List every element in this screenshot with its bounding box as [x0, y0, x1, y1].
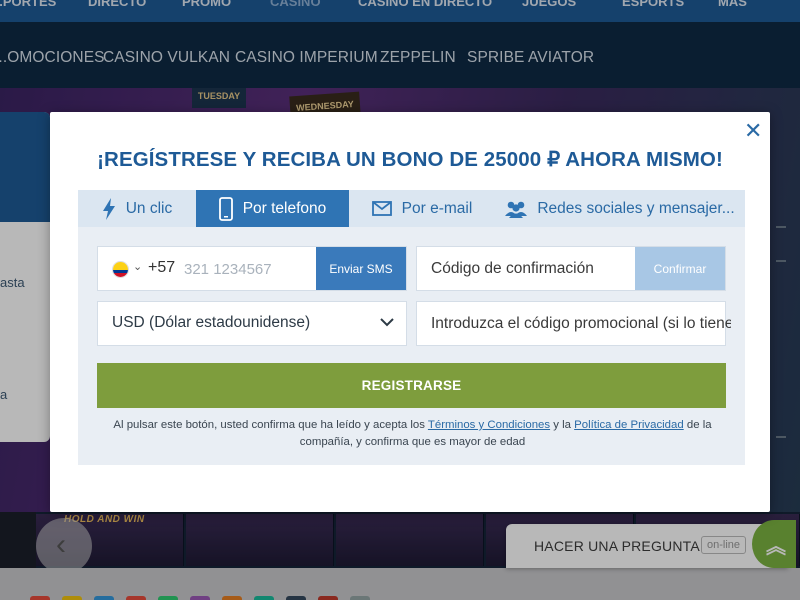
- currency-select[interactable]: USD (Dólar estadounidense): [97, 301, 407, 346]
- phone-input[interactable]: [184, 258, 306, 280]
- terms-text: Al pulsar este botón, usted confirma que…: [100, 417, 725, 451]
- confirmation-code-field: Confirmar: [416, 246, 726, 291]
- phone-icon: [218, 196, 233, 221]
- tab-one-click[interactable]: Un clic: [78, 190, 196, 227]
- privacy-link[interactable]: Política de Privacidad: [574, 419, 684, 431]
- tab-label: Un clic: [125, 199, 173, 217]
- tab-label: Por telefono: [242, 199, 327, 217]
- country-code: +57: [148, 259, 176, 276]
- phone-field: ⌄ +57 Enviar SMS: [97, 246, 407, 291]
- colombia-flag-icon[interactable]: [112, 261, 129, 278]
- register-button[interactable]: REGISTRARSE: [97, 363, 726, 408]
- send-sms-button[interactable]: Enviar SMS: [316, 247, 406, 290]
- terms-link[interactable]: Términos y Condiciones: [428, 419, 550, 431]
- tab-phone[interactable]: Por telefono: [196, 190, 349, 227]
- confirmation-code-input[interactable]: [431, 257, 631, 281]
- confirm-button[interactable]: Confirmar: [635, 247, 725, 290]
- registration-modal: ✕ ¡REGÍSTRESE Y RECIBA UN BONO DE 25000 …: [50, 112, 770, 512]
- terms-text-part: Al pulsar este botón, usted confirma que…: [113, 419, 428, 431]
- promo-code-input[interactable]: [431, 312, 731, 336]
- modal-title: ¡REGÍSTRESE Y RECIBA UN BONO DE 25000 ₽ …: [97, 148, 723, 171]
- envelope-icon: [371, 201, 392, 216]
- promo-code-field: [416, 301, 731, 346]
- currency-value: USD (Dólar estadounidense): [112, 314, 311, 331]
- chevron-down-icon: [380, 314, 394, 331]
- users-icon: [505, 201, 528, 218]
- close-icon[interactable]: ✕: [744, 120, 762, 142]
- registration-tabs: Un clic Por telefono Por e-mail Redes so…: [78, 190, 745, 227]
- tab-email[interactable]: Por e-mail: [349, 190, 495, 227]
- chevron-down-icon[interactable]: ⌄: [133, 260, 142, 273]
- lightning-icon: [102, 197, 115, 220]
- registration-form: ⌄ +57 Enviar SMS Confirmar USD (Dólar es…: [78, 227, 745, 465]
- tab-label: Redes sociales y mensajer...: [537, 199, 735, 217]
- tab-label: Por e-mail: [401, 199, 473, 217]
- terms-text-part: y la: [550, 419, 575, 431]
- tab-social[interactable]: Redes sociales y mensajer...: [495, 190, 745, 227]
